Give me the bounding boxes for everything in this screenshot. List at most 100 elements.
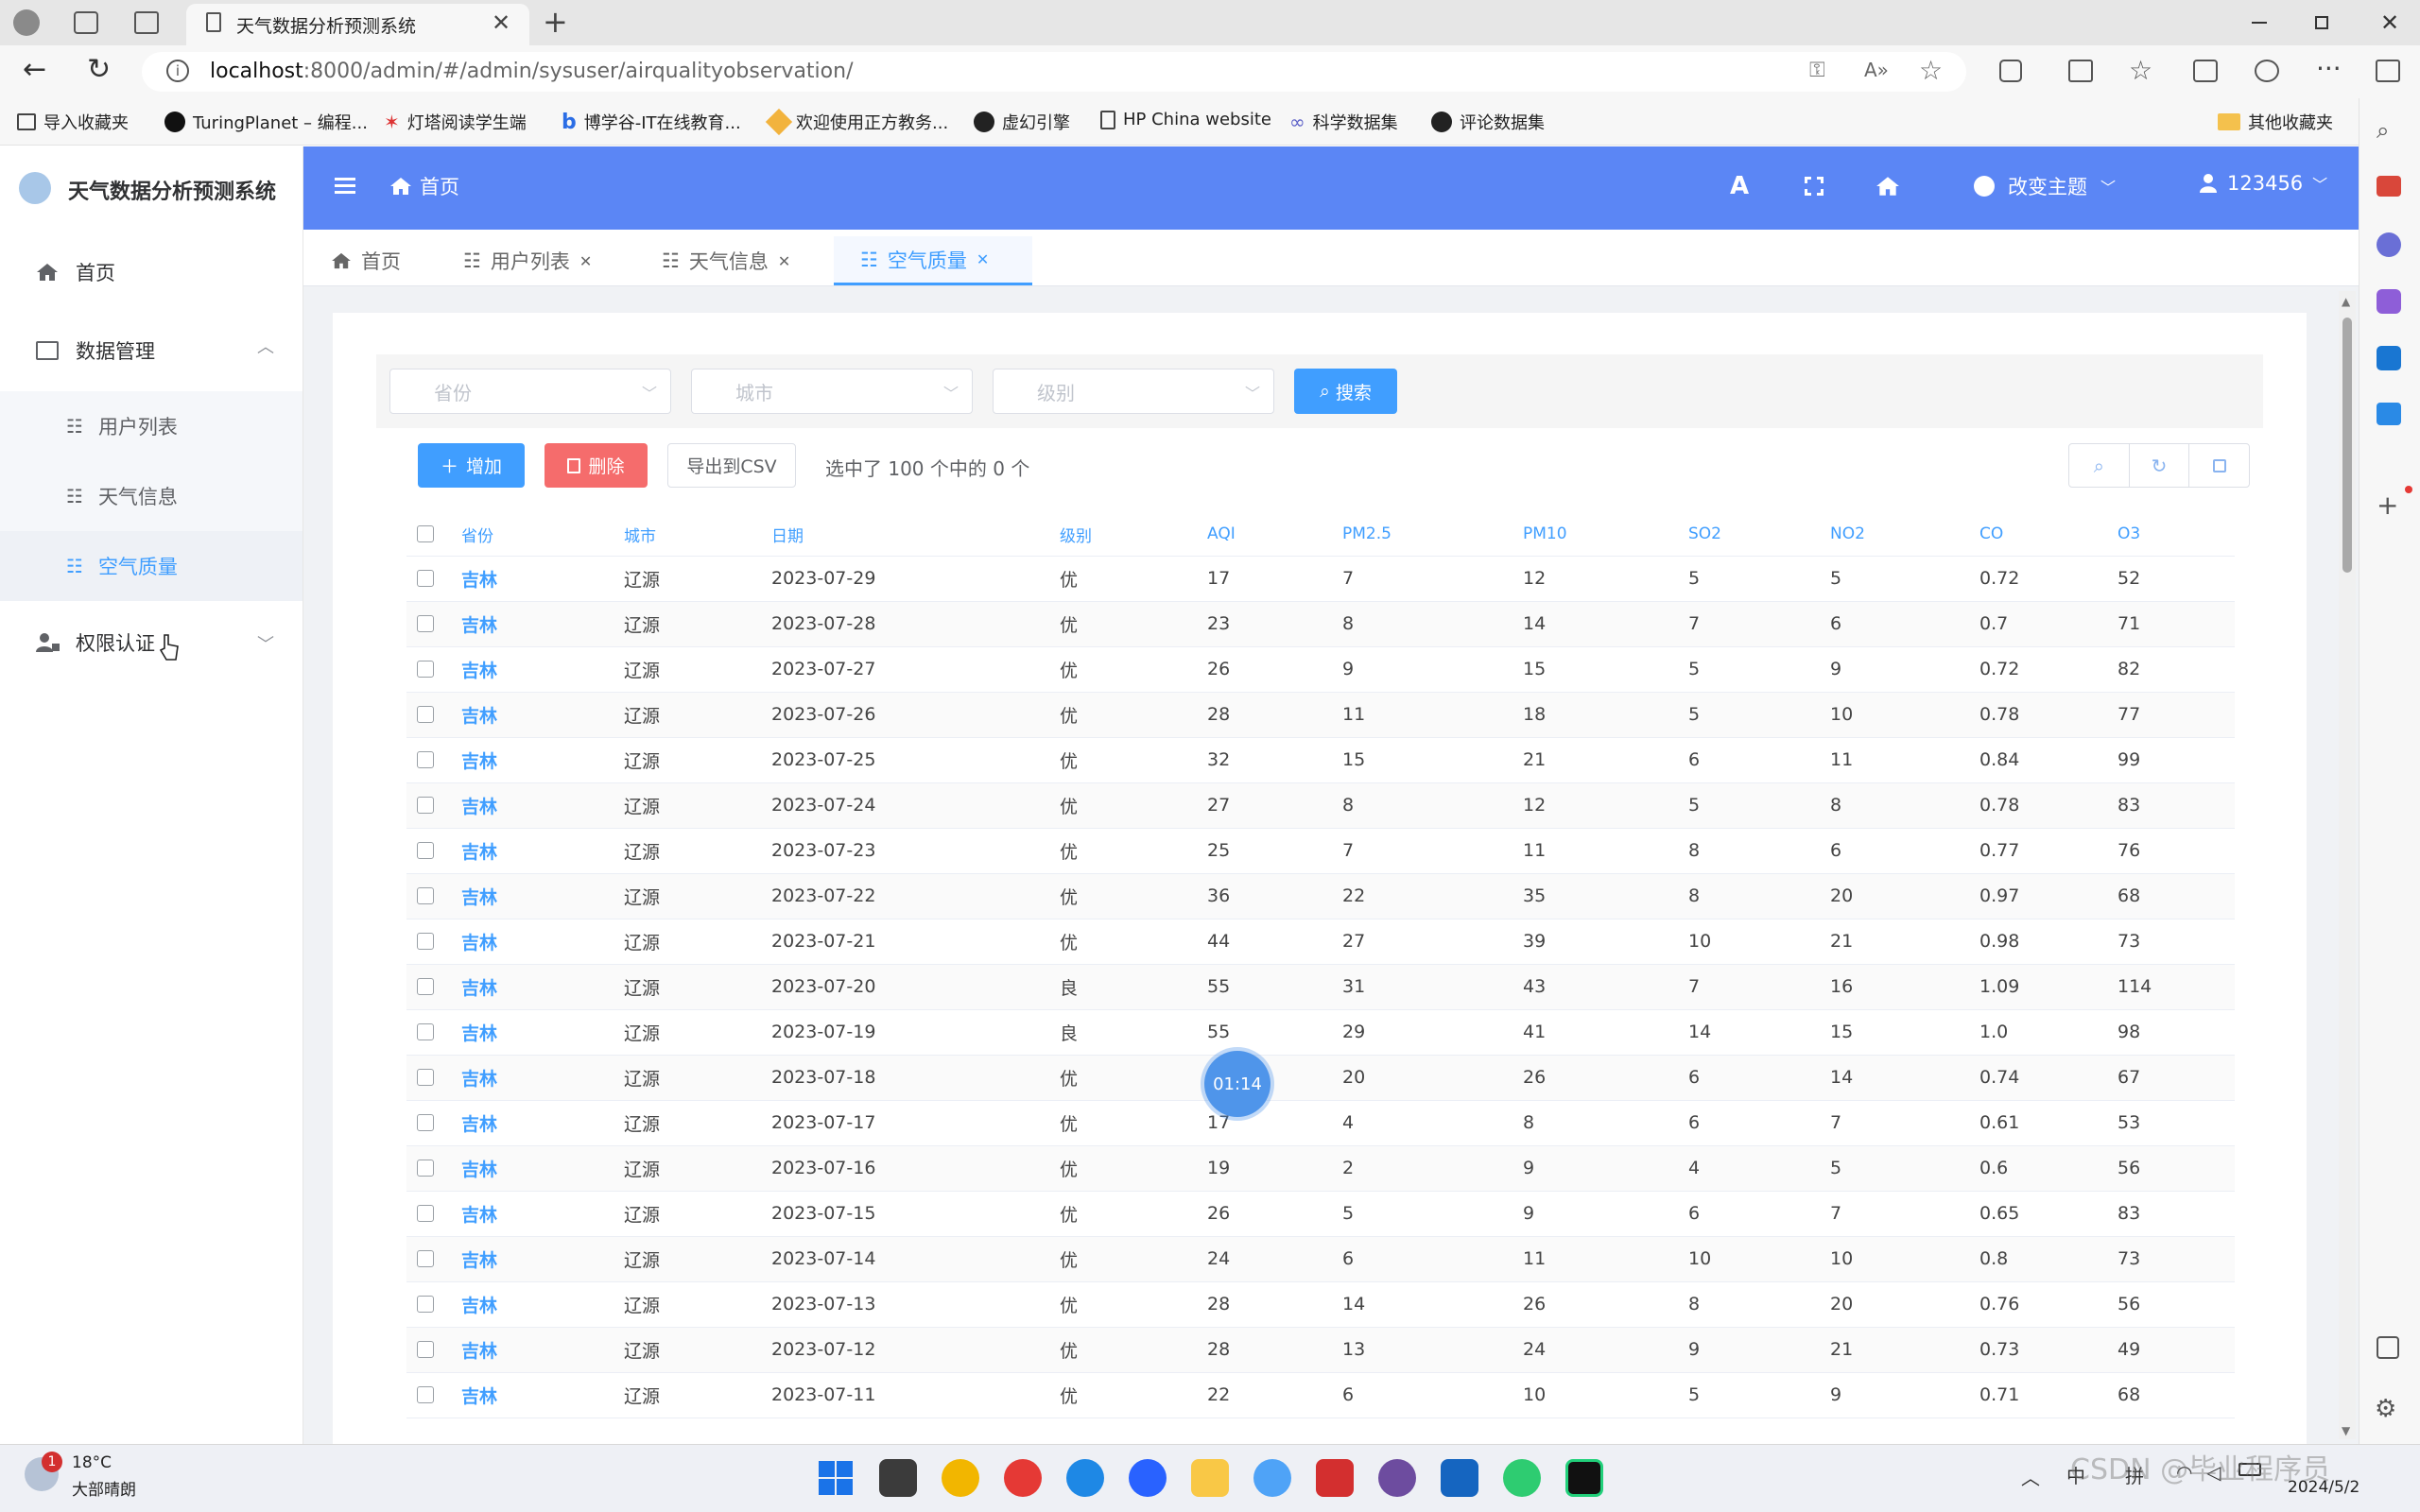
sidebar-toggle-icon[interactable] <box>2376 60 2400 82</box>
site-info-icon[interactable]: i <box>166 60 189 82</box>
file-explorer-icon[interactable] <box>1191 1459 1229 1497</box>
back-icon[interactable]: ← <box>23 53 46 86</box>
row-checkbox[interactable] <box>417 1386 434 1403</box>
fullscreen-icon[interactable] <box>1804 176 1824 197</box>
task-view-icon[interactable] <box>879 1459 917 1497</box>
scrollbar-thumb[interactable] <box>2342 318 2352 573</box>
column-header[interactable]: O3 <box>2118 513 2235 557</box>
wps-icon[interactable] <box>1316 1459 1354 1497</box>
favorite-star-icon[interactable]: ☆ <box>1919 55 1943 86</box>
pycharm-icon[interactable] <box>1565 1459 1603 1497</box>
sidebar-item-user-list[interactable]: ☷ 用户列表 <box>0 391 302 461</box>
row-link-province[interactable]: 吉林 <box>461 692 624 738</box>
table-row[interactable]: 吉林 辽源 2023-07-24 优 27 8 12 5 8 0.78 83 <box>406 782 2235 829</box>
row-link-province[interactable]: 吉林 <box>461 1281 624 1328</box>
row-link-province[interactable]: 吉林 <box>461 1327 624 1373</box>
column-header[interactable]: 级别 <box>1060 513 1207 557</box>
row-link-province[interactable]: 吉林 <box>461 1236 624 1282</box>
table-row[interactable]: 吉林 辽源 2023-07-14 优 24 6 11 10 10 0.8 73 <box>406 1236 2235 1282</box>
page-scrollbar[interactable]: ▲ ▼ <box>2339 291 2356 1439</box>
table-row[interactable]: 吉林 辽源 2023-07-23 优 25 7 11 8 6 0.77 76 <box>406 828 2235 874</box>
qq-browser-icon[interactable] <box>1129 1459 1167 1497</box>
other-bookmarks[interactable]: 其他收藏夹 <box>2218 110 2333 134</box>
read-aloud-icon[interactable]: A» <box>1864 59 1889 81</box>
column-header[interactable]: AQI <box>1207 513 1342 557</box>
bookmark-item[interactable]: HP China website <box>1100 110 1271 129</box>
browser-essentials-icon[interactable] <box>2255 60 2279 82</box>
minimize-icon[interactable] <box>2240 8 2278 38</box>
restore-icon[interactable] <box>2303 8 2341 38</box>
sidebar-item-home[interactable]: 首页 <box>0 236 302 308</box>
column-header[interactable]: PM2.5 <box>1342 513 1523 557</box>
user-dropdown[interactable]: 123456 ﹀ <box>2199 172 2327 195</box>
row-checkbox[interactable] <box>417 1296 434 1313</box>
copilot-icon[interactable] <box>2377 289 2401 314</box>
header-breadcrumb[interactable]: 首页 <box>389 172 459 200</box>
table-row[interactable]: 吉林 辽源 2023-07-15 优 26 5 9 6 7 0.65 83 <box>406 1191 2235 1237</box>
table-row[interactable]: 吉林 辽源 2023-07-21 优 44 27 39 10 21 0.98 73 <box>406 919 2235 965</box>
row-link-province[interactable]: 吉林 <box>461 1009 624 1056</box>
province-select[interactable]: 省份 ﹀ <box>389 369 671 414</box>
row-link-province[interactable]: 吉林 <box>461 646 624 693</box>
row-checkbox[interactable] <box>417 797 434 814</box>
delete-button[interactable]: 删除 <box>544 443 648 488</box>
table-row[interactable]: 吉林 辽源 2023-07-16 优 19 2 9 4 5 0.6 56 <box>406 1145 2235 1192</box>
more-menu-icon[interactable]: ··· <box>2316 53 2342 84</box>
close-icon[interactable]: ✕ <box>778 252 790 270</box>
home-icon[interactable] <box>1876 176 1900 197</box>
telegram-icon[interactable] <box>2377 403 2401 425</box>
table-row[interactable]: 吉林 辽源 2023-07-20 良 55 31 43 7 16 1.09 114 <box>406 964 2235 1010</box>
table-row[interactable]: 吉林 辽源 2023-07-17 优 17 4 8 6 7 0.61 53 <box>406 1100 2235 1146</box>
column-header[interactable]: 城市 <box>624 513 771 557</box>
search-toggle-icon[interactable]: ⌕ <box>2069 444 2130 487</box>
table-row[interactable]: 吉林 辽源 2023-07-19 良 55 29 41 14 15 1.0 98 <box>406 1009 2235 1056</box>
row-checkbox[interactable] <box>417 1114 434 1131</box>
tab-air-quality[interactable]: ☷ 空气质量 ✕ <box>834 236 1032 285</box>
sidebar-item-air-quality[interactable]: ☷ 空气质量 <box>0 531 302 601</box>
split-screen-icon[interactable] <box>2068 60 2093 82</box>
tab-weather-info[interactable]: ☷ 天气信息 ✕ <box>662 236 790 285</box>
columns-icon[interactable] <box>2189 444 2249 487</box>
start-icon[interactable] <box>817 1459 855 1497</box>
add-button[interactable]: ＋ 增加 <box>418 443 525 488</box>
close-tab-icon[interactable]: ✕ <box>492 9 510 36</box>
table-row[interactable]: 吉林 辽源 2023-07-28 优 23 8 14 7 6 0.7 71 <box>406 601 2235 647</box>
scroll-down-icon[interactable]: ▼ <box>2342 1424 2350 1437</box>
table-row[interactable]: 吉林 辽源 2023-07-29 优 17 7 12 5 5 0.72 52 <box>406 556 2235 602</box>
row-link-province[interactable]: 吉林 <box>461 1145 624 1192</box>
row-checkbox[interactable] <box>417 1250 434 1267</box>
row-checkbox[interactable] <box>417 1160 434 1177</box>
row-link-province[interactable]: 吉林 <box>461 873 624 919</box>
table-row[interactable]: 吉林 辽源 2023-07-27 优 26 9 15 5 9 0.72 82 <box>406 646 2235 693</box>
bookmark-item[interactable]: 欢迎使用正方教务... <box>765 108 948 136</box>
people-icon[interactable] <box>2377 232 2401 257</box>
sidebar-item-weather-info[interactable]: ☷ 天气信息 <box>0 461 302 531</box>
row-checkbox[interactable] <box>417 1023 434 1040</box>
add-app-icon[interactable]: + <box>2377 490 2398 521</box>
workspaces-icon[interactable] <box>74 11 98 34</box>
close-icon[interactable]: ✕ <box>977 250 989 268</box>
row-checkbox[interactable] <box>417 887 434 904</box>
row-checkbox[interactable] <box>417 615 434 632</box>
level-select[interactable]: 级别 ﹀ <box>993 369 1274 414</box>
city-select[interactable]: 城市 ﹀ <box>691 369 973 414</box>
tray-chevron-icon[interactable]: ︿ <box>2021 1463 2040 1490</box>
table-row[interactable]: 吉林 辽源 2023-07-13 优 28 14 26 8 20 0.76 56 <box>406 1281 2235 1328</box>
export-csv-button[interactable]: 导出到CSV <box>667 443 796 488</box>
collections-icon[interactable] <box>2193 60 2218 82</box>
row-checkbox[interactable] <box>417 706 434 723</box>
refresh-icon[interactable]: ↻ <box>2130 444 2190 487</box>
column-header[interactable]: 省份 <box>461 513 624 557</box>
close-window-icon[interactable]: ✕ <box>2371 8 2409 38</box>
bookmark-item[interactable]: 导入收藏夹 <box>17 110 129 134</box>
column-header[interactable]: NO2 <box>1830 513 1979 557</box>
table-row[interactable]: 吉林 辽源 2023-07-18 优 20 26 6 14 0.74 67 <box>406 1055 2235 1101</box>
row-checkbox[interactable] <box>417 751 434 768</box>
table-row[interactable]: 吉林 辽源 2023-07-25 优 32 15 21 6 11 0.84 99 <box>406 737 2235 783</box>
mail-icon[interactable] <box>1441 1459 1478 1497</box>
row-checkbox[interactable] <box>417 570 434 587</box>
row-link-province[interactable]: 吉林 <box>461 737 624 783</box>
row-link-province[interactable]: 吉林 <box>461 1191 624 1237</box>
column-header[interactable]: 日期 <box>771 513 1060 557</box>
bookmark-item[interactable]: TuringPlanet – 编程... <box>164 110 368 134</box>
